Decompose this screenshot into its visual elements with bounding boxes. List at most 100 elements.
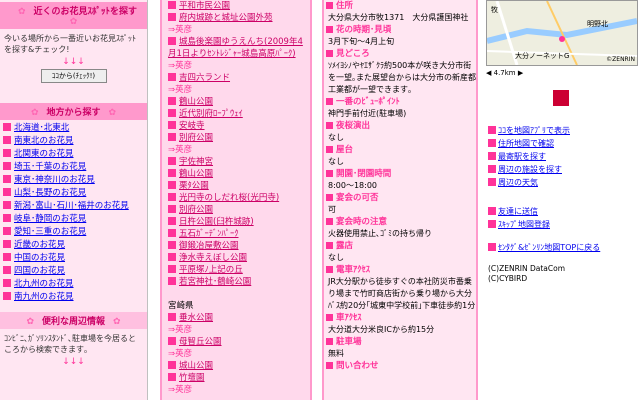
spot-item[interactable]: 吉四六ランド — [162, 72, 310, 84]
spot-link[interactable]: 別府公園 — [179, 205, 213, 215]
area-link[interactable]: ⇒英彦 — [162, 144, 310, 156]
map-link[interactable]: 周辺の施設を探す — [482, 163, 640, 176]
share-link-text[interactable]: ｽｷｯﾌﾟ地図登録 — [498, 220, 550, 229]
region-item[interactable]: 埼玉･千葉のお花見 — [3, 161, 147, 174]
spot-link[interactable]: 鶴山公園 — [179, 169, 213, 179]
spot-link[interactable]: 近代別府ﾛｰﾌﾟｳｪｲ — [179, 109, 243, 119]
region-item[interactable]: 山梨･長野のお花見 — [3, 187, 147, 200]
area-link[interactable]: ⇒英彦 — [162, 384, 310, 396]
spot-item[interactable]: 御鍛冶屋敷公園 — [162, 240, 310, 252]
spot-link[interactable]: 日杵公園(臼杵城跡) — [179, 217, 254, 227]
map-link[interactable]: 住所地図で確認 — [482, 137, 640, 150]
region-link[interactable]: 北九州のお花見 — [14, 279, 74, 289]
top-link[interactable]: ｾﾝﾀｸﾞ&ｾﾞﾝﾘﾝ地図TOPに戻る — [482, 241, 640, 254]
spot-item[interactable]: 光円寺のしだれ桜(光円寺) — [162, 192, 310, 204]
region-item[interactable]: 岐阜･静岡のお花見 — [3, 213, 147, 226]
region-item[interactable]: 北海道･北東北 — [3, 122, 147, 135]
zoom-in-button[interactable]: ▶ — [518, 69, 523, 77]
map-link-text[interactable]: 最寄駅を探す — [498, 152, 546, 161]
spot-item[interactable]: 別府公園 — [162, 132, 310, 144]
area-link[interactable]: ⇒英彦 — [162, 348, 310, 360]
spot-item[interactable]: 城山公園 — [162, 360, 310, 372]
spot-link[interactable]: 吉四六ランド — [179, 73, 230, 83]
region-link[interactable]: 岐阜･静岡のお花見 — [14, 214, 86, 224]
region-link[interactable]: 南東北のお花見 — [14, 136, 74, 146]
spot-item[interactable]: 五石ｶﾞｰﾃﾞﾝﾊﾟｰｸ — [162, 228, 310, 240]
map-link[interactable]: 周辺の天気 — [482, 176, 640, 189]
region-link[interactable]: 近畿のお花見 — [14, 240, 65, 250]
map-link-text[interactable]: 住所地図で確認 — [498, 139, 554, 148]
region-item[interactable]: 愛知･三重のお花見 — [3, 226, 147, 239]
spot-item[interactable]: 別府公園 — [162, 204, 310, 216]
region-link[interactable]: 新潟･富山･石川･福井のお花見 — [14, 201, 129, 211]
region-link[interactable]: 埼玉･千葉のお花見 — [14, 162, 86, 172]
region-link[interactable]: 北海道･北東北 — [14, 123, 69, 133]
share-link[interactable]: ｽｷｯﾌﾟ地図登録 — [482, 218, 640, 231]
spot-link[interactable]: 別府公園 — [179, 133, 213, 143]
spot-link[interactable]: 五石ｶﾞｰﾃﾞﾝﾊﾟｰｸ — [179, 229, 239, 239]
spot-item[interactable]: 鶴山公園 — [162, 96, 310, 108]
spot-item[interactable]: 若宮神社･鶴崎公園 — [162, 276, 310, 288]
spot-link[interactable]: 平原塚ﾉ上記の丘 — [179, 265, 243, 275]
spot-link[interactable]: 安岐寺 — [179, 121, 205, 131]
spot-link[interactable]: 御鍛冶屋敷公園 — [179, 241, 239, 251]
spot-item[interactable]: 宇佐神宮 — [162, 156, 310, 168]
region-link[interactable]: 北関東のお花見 — [14, 149, 74, 159]
area-link[interactable]: ⇒英彦 — [162, 324, 310, 336]
spot-link[interactable]: 平和市民公園 — [179, 1, 230, 11]
region-link[interactable]: 四国のお花見 — [14, 266, 65, 276]
region-link[interactable]: 南九州のお花見 — [14, 292, 74, 302]
spot-item[interactable]: 近代別府ﾛｰﾌﾟｳｪｲ — [162, 108, 310, 120]
area-link[interactable]: ⇒英彦 — [162, 84, 310, 96]
map-link-text[interactable]: 周辺の天気 — [498, 178, 538, 187]
zoom-out-button[interactable]: ◀ — [486, 69, 491, 77]
spot-link[interactable]: 竹壇園 — [179, 373, 205, 383]
region-item[interactable]: 四国のお花見 — [3, 265, 147, 278]
spot-item[interactable]: 城島後楽園ゆうえんち(2009年4月1日よりｾﾝﾄﾚｼﾞｬｰ城島高原ﾊﾟｰｸ) — [162, 36, 310, 60]
spot-item[interactable]: 鶴山公園 — [162, 168, 310, 180]
spot-item[interactable]: 平原塚ﾉ上記の丘 — [162, 264, 310, 276]
spot-link[interactable]: 栗ﾀ公園 — [179, 181, 209, 191]
area-link[interactable]: ⇒英彦 — [162, 24, 310, 36]
map-view[interactable]: 牧 明野北 大分ノーネットG ©ZENRIN — [486, 0, 638, 66]
spot-item[interactable]: 栗ﾀ公園 — [162, 180, 310, 192]
region-item[interactable]: 近畿のお花見 — [3, 239, 147, 252]
spot-item[interactable]: 垂水公園 — [162, 312, 310, 324]
spot-link[interactable]: 府内城跡と城址公園外苑 — [179, 13, 273, 23]
spot-item[interactable]: 日杵公園(臼杵城跡) — [162, 216, 310, 228]
share-link[interactable]: 友達に送信 — [482, 205, 640, 218]
map-link-text[interactable]: ｺｺを地図ｱﾌﾟﾘで表示 — [498, 126, 570, 135]
region-item[interactable]: 南九州のお花見 — [3, 291, 147, 304]
region-link[interactable]: 愛知･三重のお花見 — [14, 227, 86, 237]
spot-item[interactable]: 安岐寺 — [162, 120, 310, 132]
region-item[interactable]: 南東北のお花見 — [3, 135, 147, 148]
map-link-text[interactable]: 周辺の施設を探す — [498, 165, 562, 174]
spot-link[interactable]: 城山公園 — [179, 361, 213, 371]
spot-item[interactable]: 母智丘公園 — [162, 336, 310, 348]
region-item[interactable]: 北関東のお花見 — [3, 148, 147, 161]
share-link-text[interactable]: 友達に送信 — [498, 207, 538, 216]
spot-link[interactable]: 浄水寺えぼし公園 — [179, 253, 247, 263]
spot-link[interactable]: 若宮神社･鶴崎公園 — [179, 277, 251, 287]
spot-link[interactable]: 垂水公園 — [179, 313, 213, 323]
spot-link[interactable]: 光円寺のしだれ桜(光円寺) — [179, 193, 279, 203]
spot-link[interactable]: 鶴山公園 — [179, 97, 213, 107]
spot-item[interactable]: 平和市民公園 — [162, 0, 310, 12]
region-item[interactable]: 新潟･富山･石川･福井のお花見 — [3, 200, 147, 213]
top-link-text[interactable]: ｾﾝﾀｸﾞ&ｾﾞﾝﾘﾝ地図TOPに戻る — [498, 243, 600, 252]
spot-link[interactable]: 母智丘公園 — [179, 337, 222, 347]
region-item[interactable]: 北九州のお花見 — [3, 278, 147, 291]
region-item[interactable]: 東京･神奈川のお花見 — [3, 174, 147, 187]
check-here-button[interactable]: ｺｺから(ﾁｪｯｸ!) — [40, 69, 107, 83]
spot-item[interactable]: 府内城跡と城址公園外苑 — [162, 12, 310, 24]
map-link[interactable]: 最寄駅を探す — [482, 150, 640, 163]
area-link[interactable]: ⇒英彦 — [162, 60, 310, 72]
region-link[interactable]: 山梨･長野のお花見 — [14, 188, 86, 198]
map-link[interactable]: ｺｺを地図ｱﾌﾟﾘで表示 — [482, 124, 640, 137]
region-link[interactable]: 東京･神奈川のお花見 — [14, 175, 95, 185]
spot-item[interactable]: 竹壇園 — [162, 372, 310, 384]
region-item[interactable]: 中国のお花見 — [3, 252, 147, 265]
spot-link[interactable]: 宇佐神宮 — [179, 157, 213, 167]
region-link[interactable]: 中国のお花見 — [14, 253, 65, 263]
spot-item[interactable]: 浄水寺えぼし公園 — [162, 252, 310, 264]
